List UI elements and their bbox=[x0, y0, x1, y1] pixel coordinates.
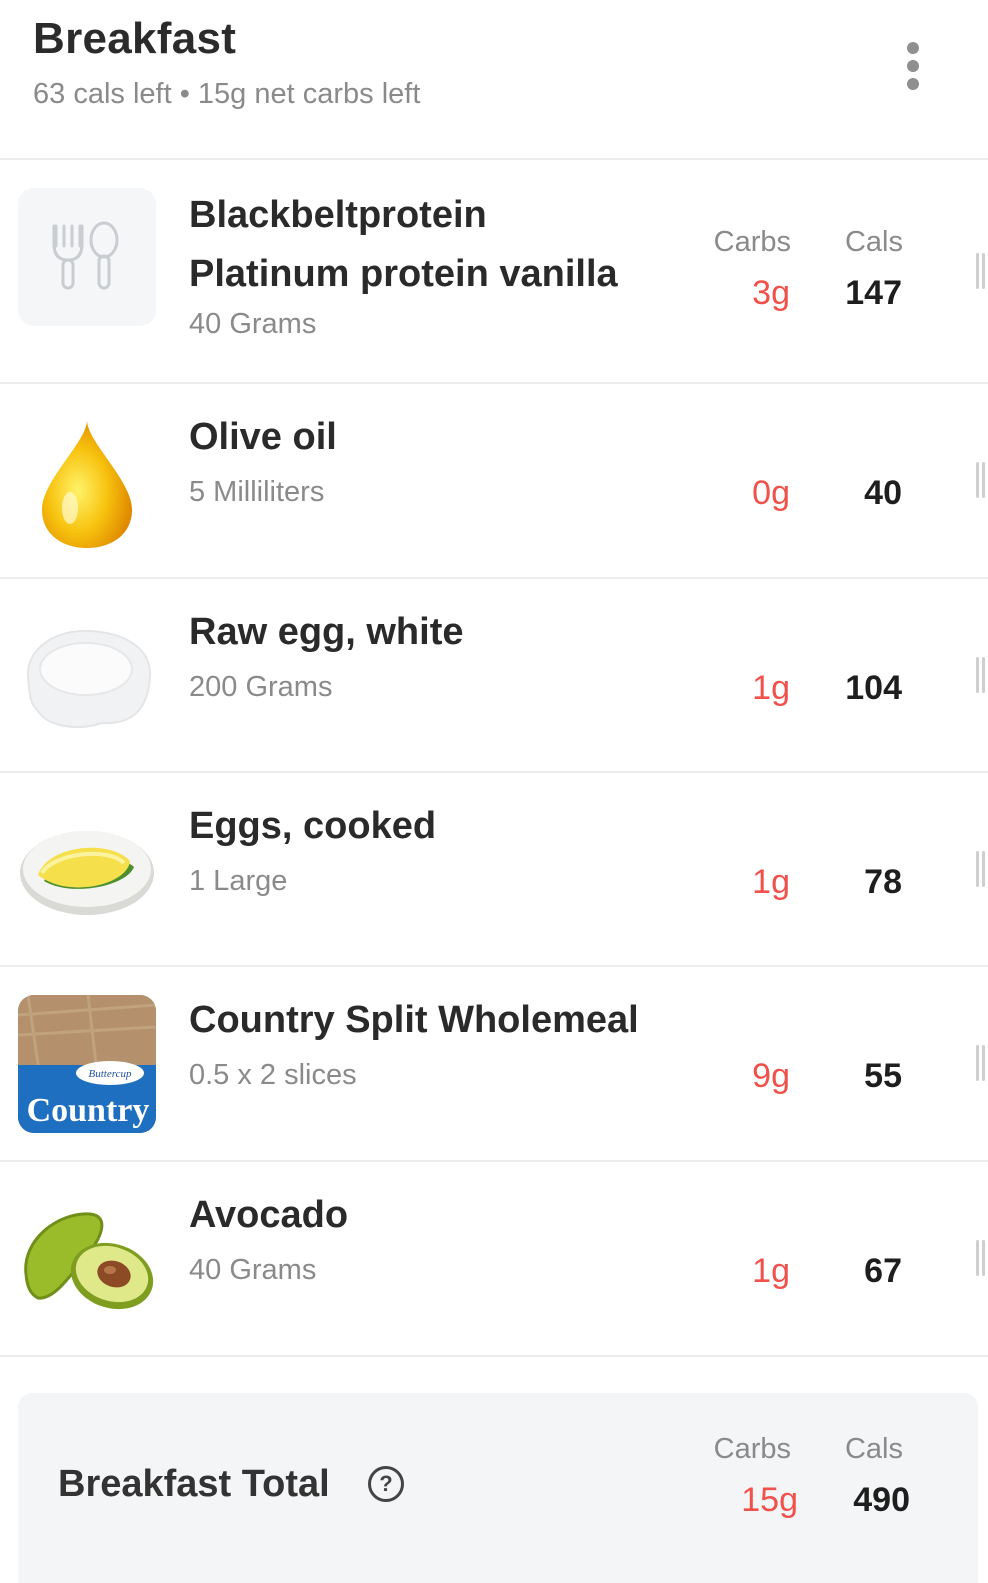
food-cals: 40 bbox=[864, 474, 902, 512]
food-cals: 55 bbox=[864, 1057, 902, 1095]
avocado-icon bbox=[18, 1190, 156, 1328]
svg-text:Country: Country bbox=[27, 1092, 150, 1129]
net-carbs-left: 15g net carbs left bbox=[197, 78, 421, 110]
fork-spoon-placeholder-icon bbox=[18, 188, 156, 326]
carbs-column-label: Carbs bbox=[713, 226, 791, 258]
separator-dot: • bbox=[179, 78, 190, 110]
food-serving: 5 Milliliters bbox=[189, 476, 325, 508]
bread-package-icon: Buttercup Country bbox=[18, 995, 156, 1133]
egg-white-icon bbox=[18, 607, 156, 745]
food-serving: 0.5 x 2 slices bbox=[189, 1059, 357, 1091]
food-serving: 40 Grams bbox=[189, 1254, 317, 1286]
meal-header: Breakfast 63 cals left • 15g net carbs l… bbox=[0, 0, 988, 160]
oil-drop-icon bbox=[18, 412, 156, 550]
food-name: Country Split Wholemeal bbox=[189, 999, 639, 1041]
total-cals: 490 bbox=[853, 1481, 910, 1519]
food-cals: 104 bbox=[845, 669, 902, 707]
total-carbs-label: Carbs bbox=[713, 1433, 791, 1465]
food-name: Blackbeltprotein Platinum protein vanill… bbox=[189, 194, 618, 295]
food-serving: 200 Grams bbox=[189, 671, 333, 703]
drag-handle-icon[interactable] bbox=[976, 462, 988, 498]
meal-remaining-summary: 63 cals left • 15g net carbs left bbox=[33, 78, 420, 111]
food-row-country-split-wholemeal[interactable]: Buttercup Country Country Split Wholemea… bbox=[0, 967, 988, 1161]
food-row-avocado[interactable]: Avocado 40 Grams 1g 67 bbox=[0, 1162, 988, 1356]
drag-handle-icon[interactable] bbox=[976, 657, 988, 693]
breakfast-total-panel: Breakfast Total ? Carbs Cals 15g 490 bbox=[18, 1393, 978, 1583]
cals-column-label: Cals bbox=[844, 226, 903, 258]
food-carbs: 3g bbox=[752, 274, 790, 312]
total-cals-label: Cals bbox=[844, 1433, 903, 1465]
food-cals: 147 bbox=[845, 274, 902, 312]
more-options-icon[interactable] bbox=[896, 38, 930, 94]
food-carbs: 1g bbox=[752, 863, 790, 901]
food-name: Eggs, cooked bbox=[189, 805, 437, 847]
food-row-raw-egg-white[interactable]: Raw egg, white 200 Grams 1g 104 bbox=[0, 579, 988, 773]
divider bbox=[0, 1355, 988, 1357]
cals-left: 63 cals left bbox=[33, 78, 172, 110]
food-row-eggs-cooked[interactable]: Eggs, cooked 1 Large 1g 78 bbox=[0, 773, 988, 967]
food-row-blackbeltprotein[interactable]: Blackbeltprotein Platinum protein vanill… bbox=[0, 160, 988, 354]
food-cals: 67 bbox=[864, 1252, 902, 1290]
meal-title: Breakfast bbox=[33, 14, 237, 63]
food-carbs: 1g bbox=[752, 1252, 790, 1290]
drag-handle-icon[interactable] bbox=[976, 253, 988, 289]
help-icon[interactable]: ? bbox=[368, 1466, 404, 1502]
food-serving: 1 Large bbox=[189, 865, 288, 897]
food-name: Raw egg, white bbox=[189, 611, 464, 653]
food-cals: 78 bbox=[864, 863, 902, 901]
svg-text:Buttercup: Buttercup bbox=[89, 1068, 132, 1080]
drag-handle-icon[interactable] bbox=[976, 1240, 988, 1276]
drag-handle-icon[interactable] bbox=[976, 851, 988, 887]
food-carbs: 0g bbox=[752, 474, 790, 512]
food-name: Avocado bbox=[189, 1194, 349, 1236]
food-serving: 40 Grams bbox=[189, 308, 317, 340]
food-name: Olive oil bbox=[189, 416, 337, 458]
total-label: Breakfast Total bbox=[58, 1463, 330, 1505]
total-carbs: 15g bbox=[741, 1481, 798, 1519]
food-row-olive-oil[interactable]: Olive oil 5 Milliliters 0g 40 bbox=[0, 384, 988, 578]
omelette-plate-icon bbox=[18, 801, 156, 939]
drag-handle-icon[interactable] bbox=[976, 1045, 988, 1081]
food-carbs: 9g bbox=[752, 1057, 790, 1095]
food-carbs: 1g bbox=[752, 669, 790, 707]
